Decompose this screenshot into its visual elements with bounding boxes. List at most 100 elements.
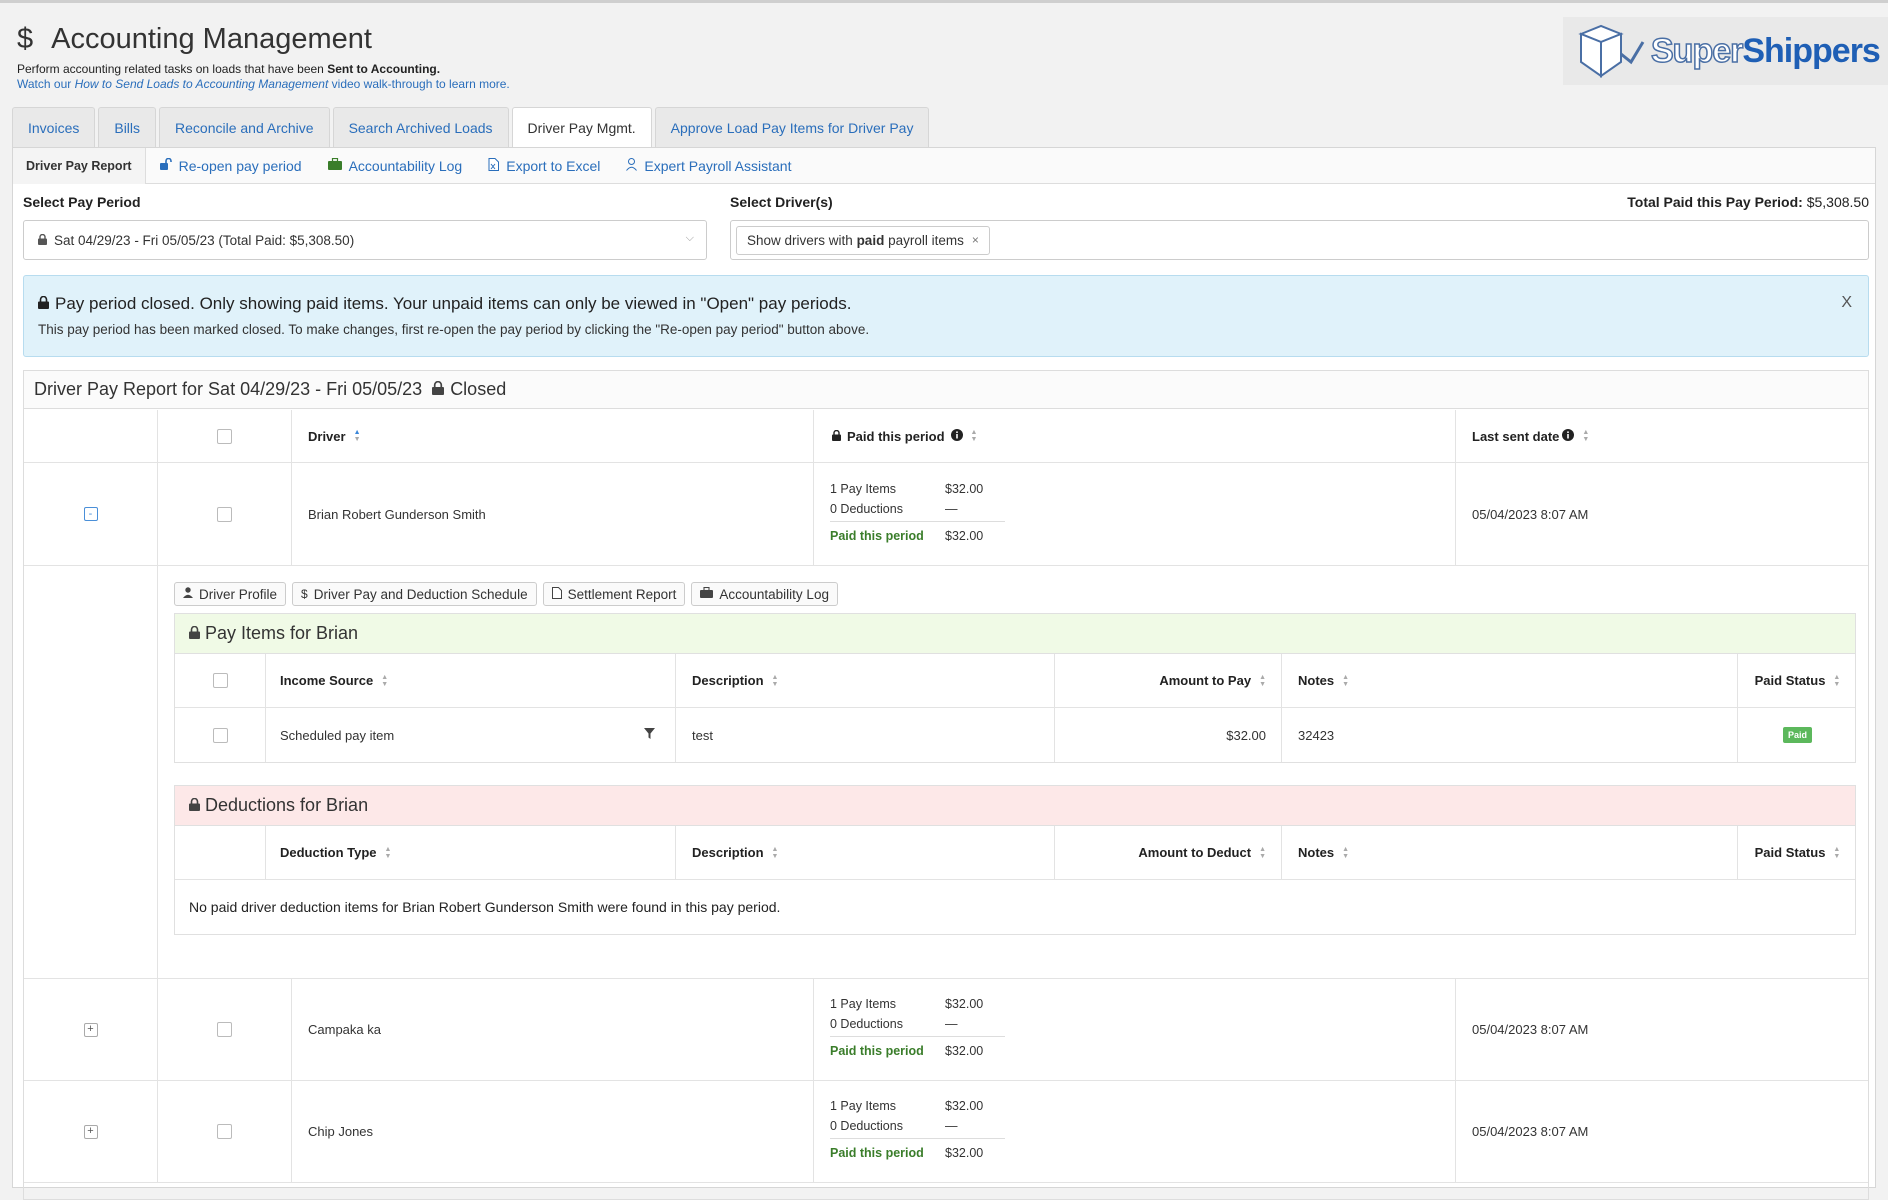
supershippers-logo: SuperShippers bbox=[1563, 17, 1888, 85]
column-header-description[interactable]: Description ▲ ▼ bbox=[676, 654, 1055, 707]
row-checkbox[interactable] bbox=[217, 1022, 232, 1037]
column-header-description[interactable]: Description ▲ ▼ bbox=[676, 826, 1055, 879]
pay-period-select[interactable]: Sat 04/29/23 - Fri 05/05/23 (Total Paid:… bbox=[23, 220, 707, 260]
reopen-pay-period-button[interactable]: Re-open pay period bbox=[146, 148, 315, 184]
table-row: + Chip Jones 1 Pay Items $32.00 0 Deducti… bbox=[24, 1081, 1868, 1183]
user-icon bbox=[183, 587, 193, 601]
lock-icon bbox=[189, 623, 200, 644]
sort-icon: ▲ ▼ bbox=[1833, 845, 1841, 860]
driver-pay-report: Driver Pay Report for Sat 04/29/23 - Fri… bbox=[23, 370, 1869, 1200]
driver-name: Brian Robert Gunderson Smith bbox=[292, 463, 814, 565]
select-all-checkbox[interactable] bbox=[217, 428, 232, 444]
table-row: - Brian Robert Gunderson Smith 1 Pay Ite… bbox=[24, 463, 1868, 566]
excel-file-icon bbox=[488, 157, 500, 174]
last-sent-date: 05/04/2023 8:07 AM bbox=[1472, 1124, 1589, 1139]
box-logo-icon bbox=[1578, 24, 1645, 78]
main-tabs: Invoices Bills Reconcile and Archive Sea… bbox=[12, 107, 932, 148]
column-header-deduction-type[interactable]: Deduction Type ▲ ▼ bbox=[266, 826, 676, 879]
accountability-log-button[interactable]: Accountability Log bbox=[691, 582, 838, 606]
deductions-title: Deductions for Brian bbox=[175, 786, 1855, 826]
pay-items-header: Income Source ▲ ▼ Description ▲ ▼ Amount to … bbox=[175, 654, 1855, 708]
amount-to-pay: $32.00 bbox=[1055, 708, 1282, 762]
row-checkbox[interactable] bbox=[212, 727, 228, 743]
export-to-excel-link[interactable]: Export to Excel bbox=[475, 148, 613, 184]
tab-reconcile-archive[interactable]: Reconcile and Archive bbox=[159, 107, 330, 147]
pay-items-table: Pay Items for Brian Income Source ▲ ▼ Desc… bbox=[174, 613, 1856, 763]
column-header-paid-status[interactable]: Paid Status ▲ ▼ bbox=[1738, 654, 1857, 707]
driver-pay-panel: Driver Pay Report Re-open pay period Acc… bbox=[12, 147, 1876, 1200]
sort-icon: ▲ ▼ bbox=[353, 429, 361, 443]
accountability-log-link[interactable]: Accountability Log bbox=[315, 148, 476, 184]
chevron-down-icon: ⌵ bbox=[685, 232, 694, 244]
column-header-notes[interactable]: Notes ▲ ▼ bbox=[1282, 654, 1738, 707]
remove-chip-icon[interactable]: × bbox=[972, 233, 979, 247]
settlement-report-button[interactable]: Settlement Report bbox=[542, 582, 686, 606]
tab-approve-load-pay-items[interactable]: Approve Load Pay Items for Driver Pay bbox=[654, 107, 930, 147]
sort-icon: ▲ ▼ bbox=[384, 845, 392, 860]
unlock-icon bbox=[159, 157, 172, 173]
column-header-amount[interactable]: Amount to Deduct ▲ ▼ bbox=[1055, 826, 1282, 879]
lock-icon bbox=[38, 233, 47, 248]
row-checkbox[interactable] bbox=[217, 1124, 232, 1139]
total-paid: Total Paid this Pay Period: $5,308.50 bbox=[1627, 194, 1869, 210]
notes: 32423 bbox=[1282, 708, 1738, 762]
column-header-income-source[interactable]: Income Source ▲ ▼ bbox=[266, 654, 676, 707]
info-icon[interactable] bbox=[1562, 428, 1575, 444]
empty-deductions-message: No paid driver deduction items for Brian… bbox=[189, 899, 781, 915]
pdf-file-icon bbox=[551, 586, 562, 602]
lock-icon bbox=[832, 429, 841, 444]
row-checkbox[interactable] bbox=[217, 506, 232, 522]
filter-icon[interactable] bbox=[644, 728, 655, 742]
driver-detail-panel: Driver Profile $ Driver Pay and Deductio… bbox=[24, 566, 1868, 979]
driver-profile-button[interactable]: Driver Profile bbox=[174, 582, 287, 606]
dollar-icon: $ bbox=[17, 23, 34, 55]
pay-deduction-schedule-button[interactable]: $ Driver Pay and Deduction Schedule bbox=[292, 582, 537, 606]
page-subtitle: Perform accounting related tasks on load… bbox=[17, 62, 441, 76]
user-tie-icon bbox=[626, 157, 638, 174]
drivers-select[interactable]: Show drivers with paid payroll items × bbox=[730, 220, 1869, 260]
table-row: + Campaka ka 1 Pay Items $32.00 0 Deducti… bbox=[24, 979, 1868, 1081]
driver-action-buttons: Driver Profile $ Driver Pay and Deductio… bbox=[174, 582, 844, 606]
income-source: Scheduled pay item bbox=[266, 708, 676, 762]
sort-icon: ▲ ▼ bbox=[970, 429, 978, 443]
expand-toggle[interactable]: + bbox=[83, 1022, 98, 1037]
deductions-header: Deduction Type ▲ ▼ Description ▲ ▼ Amount to… bbox=[175, 826, 1855, 880]
walkthrough-text: Watch our How to Send Loads to Accountin… bbox=[17, 77, 510, 91]
deductions-table: Deductions for Brian Deduction Type ▲ ▼ De… bbox=[174, 785, 1856, 935]
sort-icon: ▲ ▼ bbox=[1259, 845, 1266, 860]
column-header-driver[interactable]: Driver ▲ ▼ bbox=[292, 410, 814, 462]
sort-icon: ▲ ▼ bbox=[1833, 673, 1841, 688]
select-drivers-label: Select Driver(s) bbox=[730, 194, 833, 210]
expand-toggle[interactable]: + bbox=[83, 1124, 98, 1139]
column-header-amount[interactable]: Amount to Pay ▲ ▼ bbox=[1055, 654, 1282, 707]
column-header-last-sent[interactable]: Last sent date ▲ ▼ bbox=[1456, 410, 1868, 462]
lock-icon bbox=[189, 795, 200, 816]
paid-status-badge: Paid bbox=[1782, 727, 1812, 743]
lock-icon bbox=[432, 379, 445, 400]
tab-driver-pay-mgmt[interactable]: Driver Pay Mgmt. bbox=[511, 107, 652, 148]
walkthrough-link[interactable]: How to Send Loads to Accounting Manageme… bbox=[75, 77, 329, 91]
close-icon[interactable]: X bbox=[1841, 294, 1852, 312]
driver-filter-chip[interactable]: Show drivers with paid payroll items × bbox=[736, 225, 990, 255]
tab-invoices[interactable]: Invoices bbox=[12, 107, 96, 147]
pay-items-title: Pay Items for Brian bbox=[175, 614, 1855, 654]
pay-summary: 1 Pay Items $32.00 0 Deductions — Paid thi… bbox=[830, 1096, 1005, 1163]
table-header-row: Driver ▲ ▼ Paid this period ▲ ▼ Last sent … bbox=[24, 410, 1868, 463]
briefcase-icon bbox=[327, 157, 342, 173]
page-header: $ Accounting Management Perform accounti… bbox=[0, 3, 1888, 103]
column-header-notes[interactable]: Notes ▲ ▼ bbox=[1282, 826, 1738, 879]
briefcase-icon bbox=[700, 586, 714, 601]
status-badge: Closed bbox=[450, 379, 507, 399]
last-sent-date: 05/04/2023 8:07 AM bbox=[1472, 1022, 1589, 1037]
collapse-toggle[interactable]: - bbox=[83, 507, 98, 521]
expert-payroll-assistant-link[interactable]: Expert Payroll Assistant bbox=[613, 148, 804, 184]
tab-bills[interactable]: Bills bbox=[98, 107, 157, 147]
select-all-checkbox[interactable] bbox=[212, 673, 228, 688]
tab-search-archived-loads[interactable]: Search Archived Loads bbox=[332, 107, 509, 147]
subnav-driver-pay-report[interactable]: Driver Pay Report bbox=[13, 147, 146, 184]
driver-name: Campaka ka bbox=[292, 979, 814, 1080]
lock-icon bbox=[38, 294, 49, 314]
column-header-paid-status[interactable]: Paid Status ▲ ▼ bbox=[1738, 826, 1857, 879]
column-header-paid[interactable]: Paid this period ▲ ▼ bbox=[814, 410, 1456, 462]
info-icon[interactable] bbox=[950, 428, 963, 444]
